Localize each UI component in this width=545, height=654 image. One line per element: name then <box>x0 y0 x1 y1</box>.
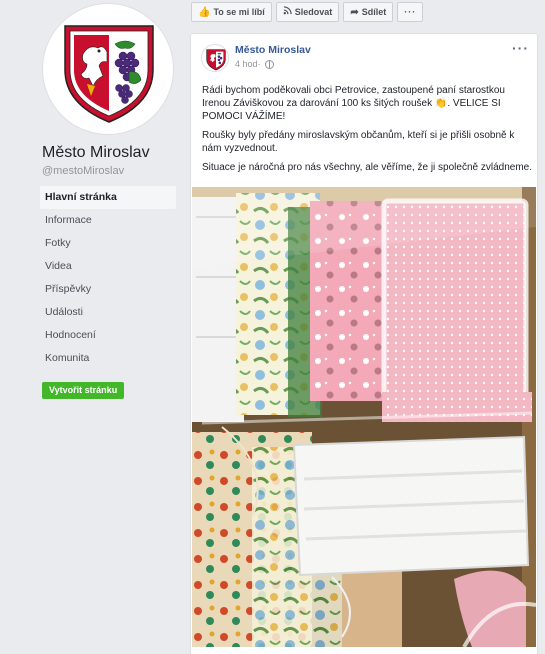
post-card: Město Miroslav 4 hod · ··· Rádi bychom p… <box>190 33 538 654</box>
page-nav: Hlavní stránka Informace Fotky Videa Pří… <box>40 186 176 370</box>
post-paragraph: Roušky byly předány miroslavským občanům… <box>202 130 515 154</box>
more-options-button[interactable]: ··· <box>397 2 424 22</box>
nav-item-photos[interactable]: Fotky <box>40 232 176 255</box>
share-arrow-icon: ➦ <box>350 6 359 18</box>
thumbs-up-icon: 👍 <box>198 6 211 18</box>
ellipsis-icon: ··· <box>512 40 529 56</box>
left-sidebar: Město Miroslav @mestoMiroslav Hlavní str… <box>0 0 180 654</box>
create-page-button[interactable]: Vytvořit stránku <box>42 382 125 399</box>
coat-of-arms-icon <box>206 49 226 71</box>
page-handle[interactable]: @mestoMiroslav <box>42 165 124 177</box>
page-profile-picture[interactable] <box>42 3 174 135</box>
nav-item-home[interactable]: Hlavní stránka <box>40 186 176 209</box>
share-button[interactable]: ➦ Sdílet <box>343 2 394 22</box>
post-author-name[interactable]: Město Miroslav <box>235 44 311 56</box>
share-label: Sdílet <box>361 7 387 17</box>
like-button[interactable]: 👍 To se mi líbí <box>191 2 272 22</box>
like-label: To se mi líbí <box>213 7 265 17</box>
page-action-bar: 👍 To se mi líbí Sledovat ➦ Sdílet ··· <box>191 2 427 22</box>
follow-button[interactable]: Sledovat <box>275 2 340 22</box>
nav-item-posts[interactable]: Příspěvky <box>40 278 176 301</box>
post-author-avatar[interactable] <box>201 44 229 72</box>
face-masks-photo <box>192 187 536 647</box>
follow-label: Sledovat <box>294 7 333 17</box>
post-paragraph: Rádi bychom poděkovali obci Petrovice, z… <box>202 85 505 122</box>
nav-item-reviews[interactable]: Hodnocení <box>40 324 176 347</box>
page-title[interactable]: Město Miroslav <box>42 144 150 162</box>
post-options-button[interactable]: ··· <box>512 40 529 56</box>
nav-item-videos[interactable]: Videa <box>40 255 176 278</box>
nav-item-community[interactable]: Komunita <box>40 347 176 370</box>
post-photo[interactable] <box>192 187 536 647</box>
post-paragraph: Situace je náročná pro nás všechny, ale … <box>202 162 532 173</box>
post-time: 4 hod <box>235 59 258 69</box>
ellipsis-icon: ··· <box>404 7 417 17</box>
post-timestamp[interactable]: 4 hod · <box>235 59 274 69</box>
post-body: Rádi bychom poděkovali obci Petrovice, z… <box>202 84 532 180</box>
nav-item-about[interactable]: Informace <box>40 209 176 232</box>
globe-icon <box>264 59 274 69</box>
nav-item-events[interactable]: Události <box>40 301 176 324</box>
coat-of-arms-icon <box>64 25 154 123</box>
rss-icon <box>283 6 292 18</box>
